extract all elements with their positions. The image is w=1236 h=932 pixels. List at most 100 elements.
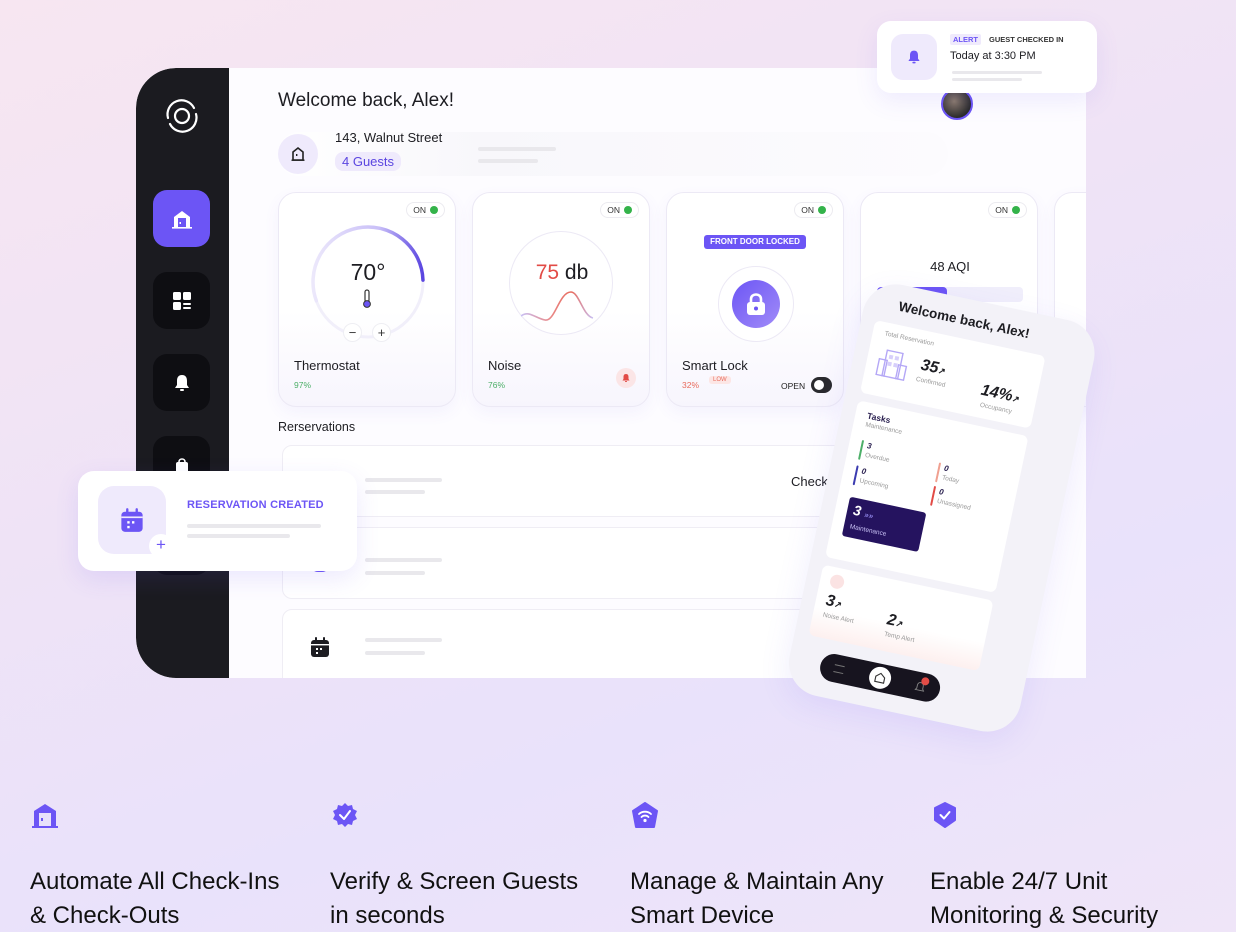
status-pill[interactable]: ON xyxy=(406,202,445,218)
alert-tag: ALERT xyxy=(950,34,981,45)
task-label: Unassigned xyxy=(936,497,972,512)
skeleton-line xyxy=(187,524,321,528)
skeleton-line xyxy=(365,490,425,494)
guest-checked-in-notification[interactable]: ALERT GUEST CHECKED IN Today at 3:30 PM xyxy=(877,21,1097,93)
page-title: Welcome back, Alex! xyxy=(278,90,455,111)
property-icon-wrap xyxy=(278,134,318,174)
feature-checkins: Automate All Check-Ins & Check-Outs xyxy=(30,800,300,932)
device-card-noise[interactable]: ON 75 db Noise 76% xyxy=(472,192,650,407)
add-icon[interactable]: + xyxy=(149,534,173,558)
status-dot xyxy=(1012,206,1020,214)
device-battery: 76% xyxy=(488,380,506,390)
skeleton-line xyxy=(187,534,290,538)
status-label: ON xyxy=(607,205,620,215)
guests-badge: 4 Guests xyxy=(335,152,402,171)
chevrons-icon: »» xyxy=(863,510,875,521)
grid-icon xyxy=(172,291,191,310)
task-value: 0 xyxy=(938,487,945,497)
wifi-home-icon xyxy=(632,802,658,828)
task-label: Overdue xyxy=(864,451,891,464)
status-dot xyxy=(430,206,438,214)
skeleton-line xyxy=(478,147,556,151)
noise-alert-button[interactable] xyxy=(616,368,636,388)
feature-smart-devices: Manage & Maintain Any Smart Device xyxy=(630,800,900,932)
device-battery: 32% xyxy=(682,380,700,390)
task-value: 3 xyxy=(866,441,873,451)
maintenance-button[interactable]: 3 »» Maintenance xyxy=(841,496,927,552)
skeleton-line xyxy=(952,78,1022,81)
building-icon xyxy=(875,349,908,382)
open-toggle[interactable] xyxy=(811,377,832,393)
device-card-smart-lock[interactable]: ON FRONT DOOR LOCKED Smart Lock 32% LOW … xyxy=(666,192,844,407)
feature-text: Manage & Maintain Any Smart Device xyxy=(630,868,884,929)
status-dot xyxy=(624,206,632,214)
calendar-icon xyxy=(121,508,143,532)
decrease-temp-button[interactable]: − xyxy=(343,323,362,342)
temperature-value: 70° xyxy=(350,259,386,285)
trend-up-icon: ↗ xyxy=(1011,393,1021,405)
low-battery-badge: LOW xyxy=(709,376,731,384)
skeleton-line xyxy=(365,558,442,562)
menu-icon[interactable] xyxy=(833,664,845,675)
device-name: Smart Lock xyxy=(682,358,748,373)
house-icon xyxy=(32,804,58,828)
device-name: Thermostat xyxy=(294,358,360,373)
increase-temp-button[interactable]: + xyxy=(372,323,391,342)
sidebar-item-home[interactable] xyxy=(153,190,210,247)
property-summary[interactable]: 143, Walnut Street 4 Guests xyxy=(278,130,948,176)
task-label: Today xyxy=(941,474,960,485)
task-indicator xyxy=(935,462,942,483)
house-icon xyxy=(291,146,305,161)
reservations-title: Rerservations xyxy=(278,420,356,434)
maintenance-number: 3 xyxy=(851,501,863,520)
sidebar-item-notifications[interactable] xyxy=(153,354,210,411)
trend-up-icon: ↗ xyxy=(833,598,843,611)
task-value: 0 xyxy=(860,466,867,477)
status-dot xyxy=(818,206,826,214)
sidebar-item-dashboard[interactable] xyxy=(153,272,210,329)
alert-icon xyxy=(828,573,846,591)
alert-event: GUEST CHECKED IN xyxy=(989,35,1064,44)
temp-alert-stat: 2↗ xyxy=(885,611,905,632)
status-pill[interactable]: ON xyxy=(988,202,1027,218)
calendar-icon xyxy=(311,637,329,657)
lock-inner xyxy=(732,280,780,328)
alert-icon-wrap xyxy=(891,34,937,80)
skeleton-line xyxy=(365,478,442,482)
skeleton-line xyxy=(365,651,425,655)
status-pill[interactable]: ON xyxy=(600,202,639,218)
verified-badge-icon xyxy=(333,803,357,827)
device-card-thermostat[interactable]: ON 70° − + Thermostat 97% xyxy=(278,192,456,407)
task-indicator xyxy=(858,439,865,460)
notifications-nav-button[interactable] xyxy=(913,676,931,693)
feature-text: Automate All Check-Ins & Check-Outs xyxy=(30,868,280,929)
trend-up-icon: ↗ xyxy=(937,365,947,377)
occupancy-value: 14% xyxy=(979,381,1015,406)
skeleton-line xyxy=(952,71,1042,74)
noise-number: 75 xyxy=(535,261,560,284)
device-name: Noise xyxy=(488,358,522,373)
confirmed-stat: 35↗ xyxy=(919,357,948,380)
skeleton-line xyxy=(365,638,442,642)
skeleton-line xyxy=(365,571,425,575)
noise-alert-stat: 3↗ xyxy=(824,592,844,613)
home-nav-button[interactable] xyxy=(867,664,894,691)
noise-waveform xyxy=(521,291,594,321)
feature-text: Enable 24/7 Unit Monitoring & Security xyxy=(930,868,1159,929)
house-icon xyxy=(171,210,192,229)
reservation-created-notification[interactable]: + RESERVATION CREATED xyxy=(78,471,357,571)
feature-verify-guests: Verify & Screen Guests in seconds xyxy=(330,800,600,932)
trend-up-icon: ↗ xyxy=(894,618,905,630)
total-reservation-label: Total Reservation xyxy=(883,330,935,348)
lock-button[interactable] xyxy=(718,266,794,342)
app-logo-icon[interactable] xyxy=(164,98,200,134)
status-pill[interactable]: ON xyxy=(794,202,833,218)
sidebar xyxy=(136,68,229,678)
padlock-icon xyxy=(747,293,765,315)
bell-icon xyxy=(908,50,920,64)
property-address: 143, Walnut Street xyxy=(335,130,443,145)
tasks-card[interactable]: Tasks Maintenance 3 Overdue 0 Upcoming 0… xyxy=(825,400,1029,593)
temp-alert-label: Temp Alert xyxy=(883,630,916,645)
alert-time: Today at 3:30 PM xyxy=(950,50,1036,62)
task-indicator xyxy=(930,485,937,506)
